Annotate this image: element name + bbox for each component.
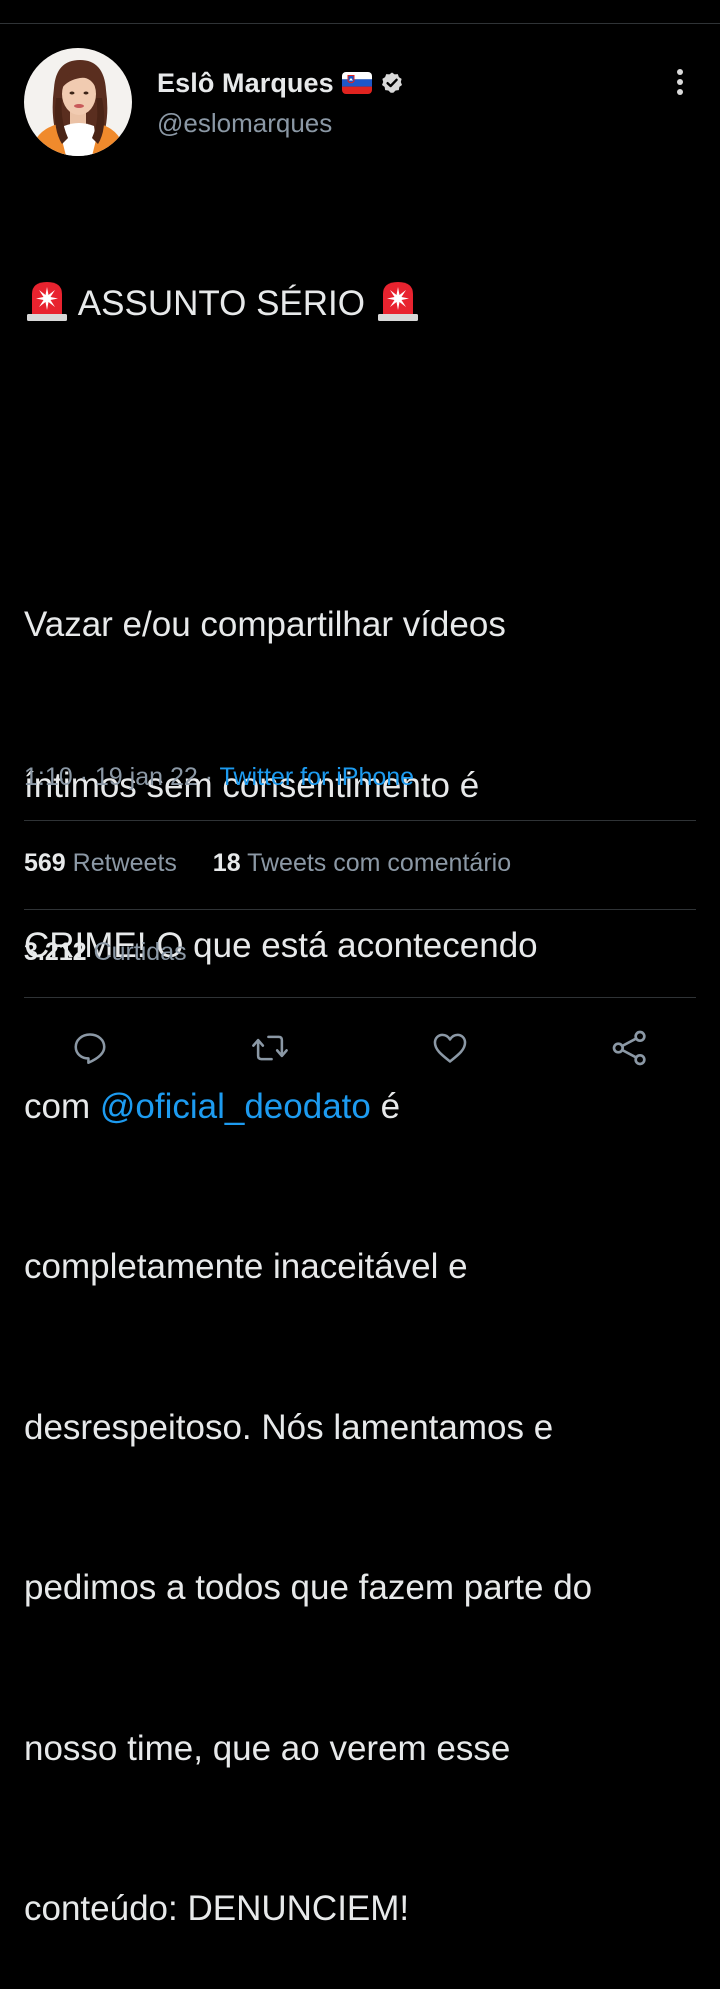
tweet-line: Vazar e/ou compartilhar vídeos	[24, 605, 506, 644]
slovenia-flag-icon	[341, 72, 372, 94]
retweet-icon	[252, 1035, 288, 1061]
tweet-line: completamente inaceitável e	[24, 1247, 468, 1286]
avatar-image	[24, 48, 132, 156]
tweet-headline-text: ASSUNTO SÉRIO	[77, 284, 365, 323]
divider	[24, 820, 696, 821]
meta-separator: ·	[72, 763, 95, 791]
retweets-count: 569	[24, 849, 66, 877]
divider	[24, 909, 696, 910]
retweet-button[interactable]	[244, 1022, 296, 1074]
quotes-label: Tweets com comentário	[247, 849, 512, 877]
likes-count: 3.212	[24, 938, 87, 966]
tweet-time[interactable]: 1:10	[24, 763, 73, 791]
display-name[interactable]: Eslô Marques	[157, 68, 334, 99]
stats-row-likes: 3.212 Curtidas	[24, 938, 187, 967]
quote-tweets-stat[interactable]: 18 Tweets com comentário	[213, 849, 511, 877]
likes-label: Curtidas	[93, 938, 187, 966]
quotes-count: 18	[212, 849, 241, 877]
rotating-light-emoji-icon	[24, 278, 70, 322]
tweet-line-suffix: é	[370, 1086, 401, 1126]
mention-link[interactable]: @oficial_deodato	[100, 1087, 371, 1126]
reply-icon	[74, 1033, 106, 1064]
tweet-meta: 1:10 · 19 jan 22 · Twitter for iPhone	[24, 763, 414, 792]
avatar[interactable]	[24, 48, 132, 156]
tweet-line-with-mention: com @oficial_deodato é	[24, 1080, 694, 1134]
tweet-date[interactable]: 19 jan 22	[95, 763, 198, 791]
divider	[24, 997, 696, 998]
retweets-stat[interactable]: 569 Retweets	[24, 849, 177, 877]
share-button[interactable]	[604, 1022, 656, 1074]
tweet-line: desrespeitoso. Nós lamentamos e	[24, 1407, 554, 1447]
share-icon	[612, 1030, 646, 1066]
stats-row-retweets: 569 Retweets 18 Tweets com comentário	[24, 849, 511, 878]
more-options-button[interactable]	[660, 62, 700, 102]
rotating-light-emoji-icon	[375, 278, 421, 322]
tweet-line: pedimos a todos que fazem parte do	[24, 1568, 593, 1607]
verified-badge-icon	[380, 71, 404, 95]
tweet-text: ASSUNTO SÉRIO Vazar e/ou compartilhar ví…	[24, 170, 694, 1989]
likes-stat[interactable]: 3.212 Curtidas	[24, 938, 187, 966]
tweet-line: conteúdo: DENUNCIEM!	[24, 1889, 410, 1928]
author-name-row: Eslô Marques	[157, 64, 404, 102]
tweet-headline: ASSUNTO SÉRIO	[24, 277, 694, 331]
retweets-label: Retweets	[72, 849, 177, 877]
top-divider	[0, 23, 720, 24]
tweet-line: nosso time, que ao verem esse	[24, 1728, 511, 1768]
reply-button[interactable]	[64, 1022, 116, 1074]
tweet-line-prefix: com	[24, 1086, 100, 1126]
meta-separator: ·	[197, 763, 220, 791]
like-icon	[433, 1033, 467, 1063]
like-button[interactable]	[424, 1022, 476, 1074]
tweet-source-link[interactable]: Twitter for iPhone	[220, 763, 415, 791]
more-vertical-icon	[677, 69, 683, 95]
author-handle[interactable]: @eslomarques	[157, 108, 332, 139]
tweet-actions-bar	[0, 1022, 720, 1074]
